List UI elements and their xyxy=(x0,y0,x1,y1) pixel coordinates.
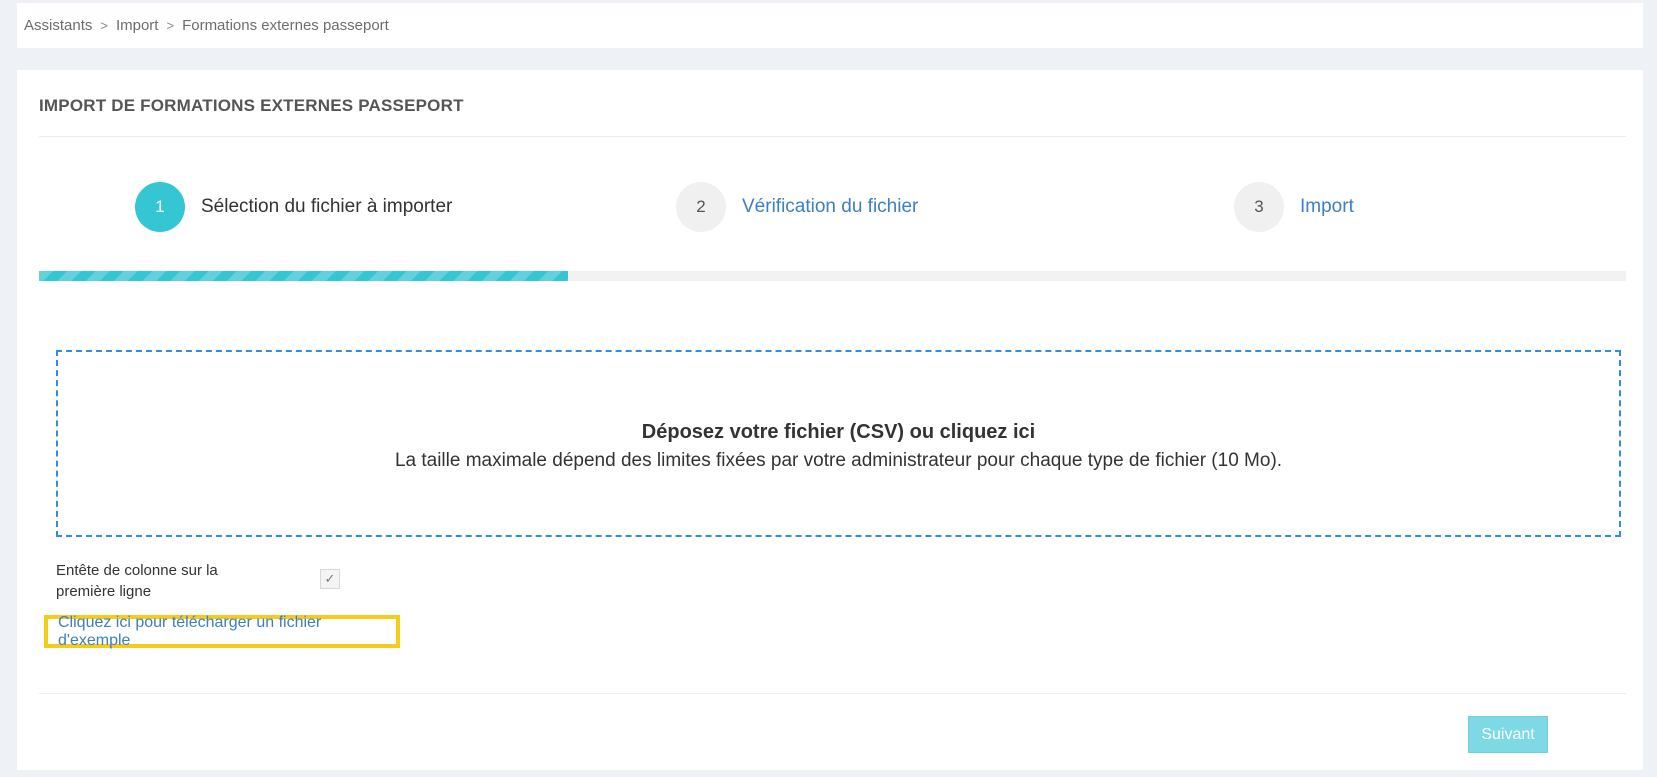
chevron-right-icon: > xyxy=(166,18,175,33)
step-label[interactable]: Vérification du fichier xyxy=(742,196,918,218)
dropzone-subtitle: La taille maximale dépend des limites fi… xyxy=(394,450,1283,471)
header-row-checkbox[interactable]: ✓ xyxy=(320,569,340,589)
divider xyxy=(39,136,1626,137)
header-row-label: Entête de colonne sur la première ligne xyxy=(56,562,218,600)
breadcrumb: Assistants > Import > Formations externe… xyxy=(17,3,1643,48)
import-wizard-card: IMPORT DE FORMATIONS EXTERNES PASSEPORT … xyxy=(17,70,1643,770)
breadcrumb-item-import[interactable]: Import xyxy=(116,17,159,34)
step-number-badge: 3 xyxy=(1234,182,1284,232)
step-number-badge: 2 xyxy=(676,182,726,232)
download-example-link[interactable]: Cliquez ici pour télécharger un fichier … xyxy=(44,614,400,649)
breadcrumb-item-assistants[interactable]: Assistants xyxy=(24,17,92,34)
step-label[interactable]: Import xyxy=(1300,196,1354,218)
wizard-step-2[interactable]: 2 Vérification du fichier xyxy=(676,182,918,232)
next-button[interactable]: Suivant xyxy=(1468,716,1548,753)
check-icon: ✓ xyxy=(324,571,336,586)
divider xyxy=(39,693,1626,694)
page-title: IMPORT DE FORMATIONS EXTERNES PASSEPORT xyxy=(39,96,464,115)
wizard-progress-bar xyxy=(39,271,1626,281)
wizard-step-3[interactable]: 3 Import xyxy=(1234,182,1354,232)
chevron-right-icon: > xyxy=(100,18,108,33)
wizard-progress-fill xyxy=(39,271,568,281)
wizard-step-1: 1 Sélection du fichier à importer xyxy=(135,182,452,232)
file-dropzone[interactable]: Déposez votre fichier (CSV) ou cliquez i… xyxy=(56,350,1621,537)
step-label: Sélection du fichier à importer xyxy=(201,196,453,217)
dropzone-title: Déposez votre fichier (CSV) ou cliquez i… xyxy=(641,421,1036,443)
breadcrumb-item-current: Formations externes passeport xyxy=(182,17,389,34)
step-number-badge: 1 xyxy=(135,182,185,232)
